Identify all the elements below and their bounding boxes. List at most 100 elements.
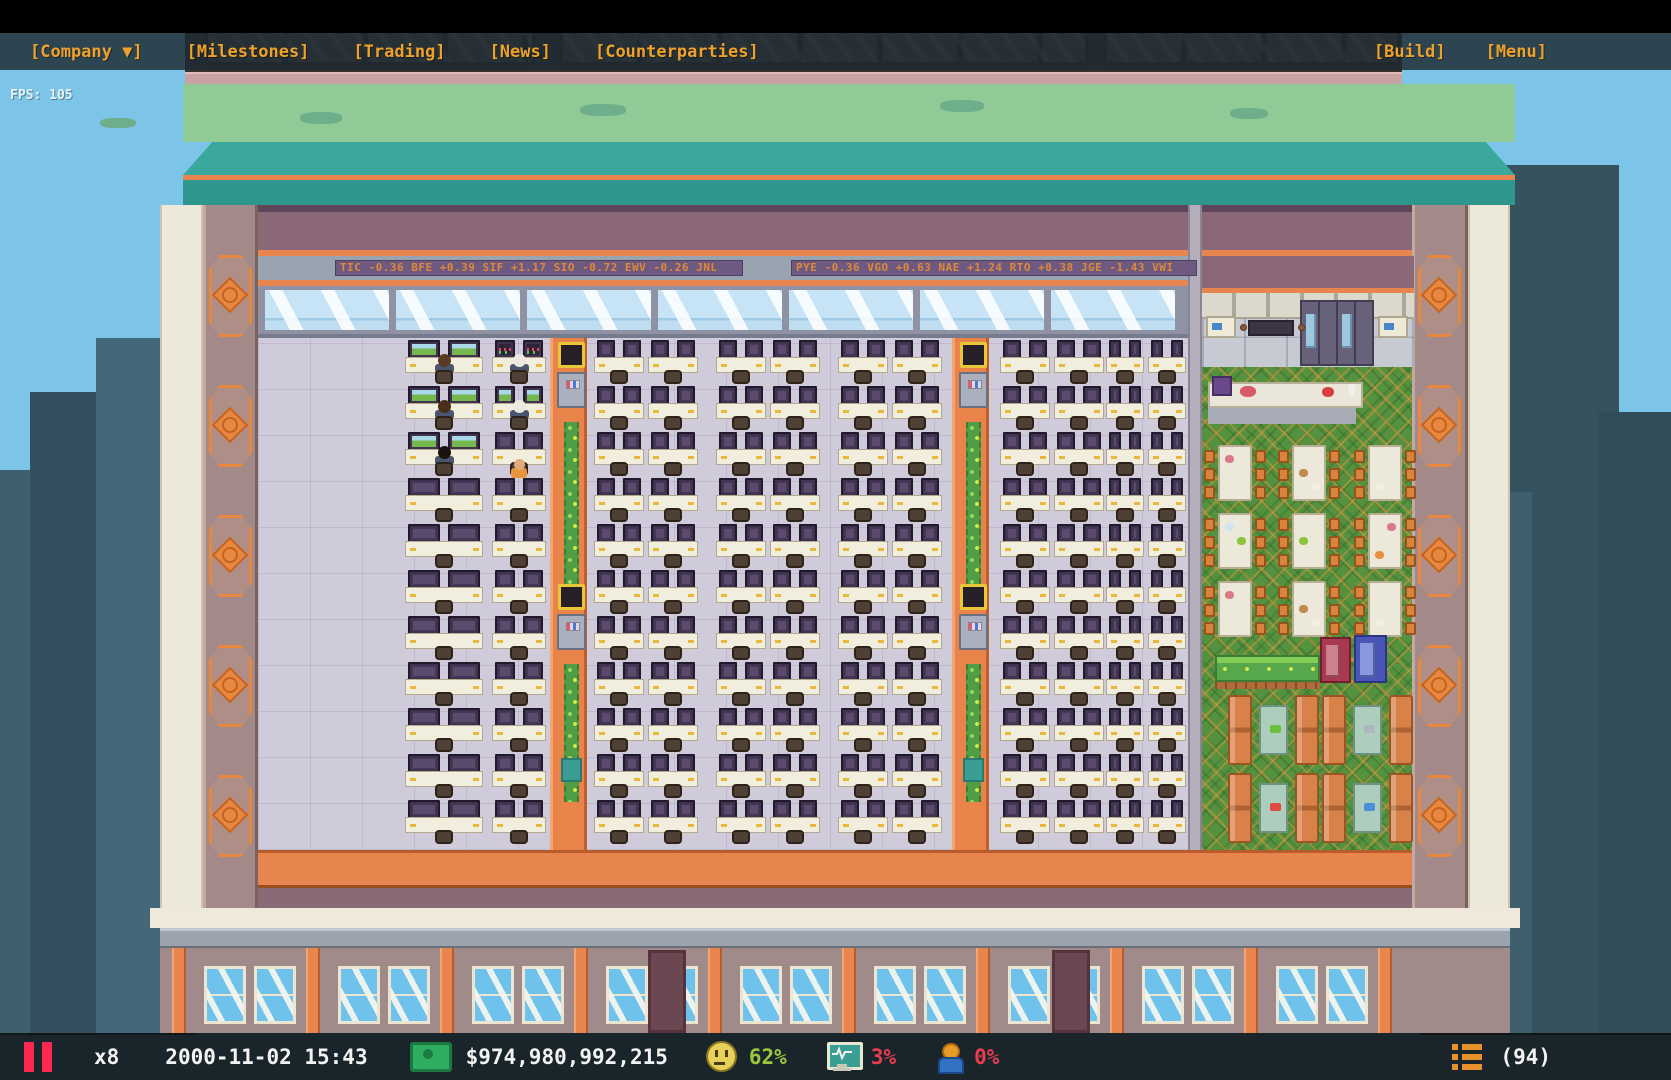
facade-pilaster	[1244, 948, 1258, 1033]
game-viewport[interactable]: TIC -0.36 BFE +0.39 SIF +1.17 SIO -0.72 …	[0, 0, 1671, 1080]
trader-desk	[716, 754, 766, 800]
drawer-handle	[756, 640, 762, 643]
monitor-screen	[925, 390, 935, 401]
counter-shadow	[1208, 408, 1356, 424]
drawer-handle	[1153, 594, 1159, 597]
drawer-handle	[756, 548, 762, 551]
monitor-screen	[845, 758, 855, 769]
drawer-handle	[1040, 732, 1046, 735]
menu-item-milestones[interactable]: [Milestones]	[187, 42, 310, 62]
monitor-screen	[845, 712, 855, 723]
dining-chair	[1329, 450, 1340, 463]
office-chair	[1070, 416, 1088, 430]
monitor-chart-icon[interactable]	[827, 1042, 859, 1072]
monitor-screen	[1061, 804, 1071, 815]
drawer-handle	[1134, 778, 1140, 781]
drawer-handle	[721, 594, 727, 597]
trader-desk	[594, 754, 644, 800]
trader-desk	[1106, 800, 1144, 846]
menu-item-counterparties[interactable]: [Counterparties]	[595, 42, 759, 62]
money-value[interactable]: $974,980,992,215	[466, 1045, 668, 1069]
facade-pilaster	[1378, 948, 1392, 1033]
table-item	[1364, 725, 1375, 733]
monitor-screen	[1007, 574, 1017, 585]
monitor-screen	[803, 528, 813, 539]
hedge-planter	[1215, 655, 1320, 682]
drawer-handle	[497, 410, 503, 413]
monitor-screen	[871, 482, 881, 493]
monitor-screen	[1155, 390, 1159, 401]
smiley-face-icon[interactable]	[706, 1041, 737, 1072]
dining-chair	[1255, 554, 1266, 567]
drawer-handle	[932, 686, 938, 689]
monitor-screen	[1007, 620, 1017, 631]
monitor-screen	[845, 666, 855, 677]
monitor-screen	[803, 620, 813, 631]
drawer-handle	[775, 686, 781, 689]
drawer-handle	[599, 548, 605, 551]
menu-item-news[interactable]: [News]	[490, 42, 551, 62]
dining-table	[1368, 581, 1402, 637]
trader-desk	[492, 386, 546, 432]
facade-window	[1192, 966, 1234, 1024]
game-speed[interactable]: x8	[94, 1045, 119, 1069]
grass-patch	[940, 100, 984, 112]
elevator-display	[968, 380, 982, 389]
ornament-circle	[1431, 547, 1447, 563]
monitor-screen	[452, 712, 476, 723]
drawer-handle	[653, 410, 659, 413]
dining-chair	[1278, 468, 1289, 481]
trader-desk	[492, 800, 546, 846]
trader-desk	[716, 662, 766, 708]
company-building[interactable]	[0, 0, 1671, 1080]
drawer-handle	[897, 594, 903, 597]
office-chair	[435, 646, 453, 660]
trader-desk	[1054, 432, 1104, 478]
monitor-screen	[452, 482, 476, 493]
dining-chair	[1278, 518, 1289, 531]
menu-item-menu[interactable]: [Menu]	[1486, 42, 1547, 62]
monitor-screen	[412, 804, 436, 815]
trader-desk	[492, 478, 546, 524]
monitor-base	[833, 1068, 851, 1071]
menu-item-trading[interactable]: [Trading]	[353, 42, 445, 62]
drawer-handle	[653, 778, 659, 781]
office-chair	[610, 646, 628, 660]
office-chair	[908, 646, 926, 660]
facade-window	[874, 966, 916, 1024]
maintenance-block	[963, 758, 984, 782]
drawer-handle	[932, 548, 938, 551]
trader-desk	[770, 662, 820, 708]
trader-desk	[1000, 478, 1050, 524]
monitor-screen	[803, 666, 813, 677]
notification-count[interactable]: (94)	[1500, 1045, 1551, 1069]
monitor-screen	[777, 574, 787, 585]
menu-item-build[interactable]: [Build]	[1374, 42, 1446, 62]
monitor-screen	[627, 712, 637, 723]
drawer-handle	[810, 456, 816, 459]
monitor-screen	[1033, 574, 1043, 585]
monitor-screen	[749, 620, 759, 631]
monitor-screen	[899, 712, 909, 723]
employee-icon[interactable]	[936, 1043, 962, 1071]
list-icon[interactable]	[1452, 1044, 1482, 1070]
office-chair	[1016, 646, 1034, 660]
monitor-screen	[412, 344, 436, 355]
monitor-screen	[527, 804, 539, 815]
monitor-screen	[1087, 344, 1097, 355]
pause-button[interactable]	[24, 1042, 52, 1072]
dining-chair	[1255, 486, 1266, 499]
dining-chair	[1204, 586, 1215, 599]
monitor-screen	[1007, 712, 1017, 723]
dining-chair	[1405, 604, 1416, 617]
trader-desk	[838, 386, 888, 432]
wall-window	[920, 290, 1044, 330]
drawer-handle	[1176, 640, 1182, 643]
drawer-handle	[634, 410, 640, 413]
monitor-screen	[1033, 528, 1043, 539]
monitor-screen	[681, 712, 691, 723]
drawer-handle	[1111, 548, 1117, 551]
monitor-screen	[452, 344, 476, 355]
office-chair	[435, 600, 453, 614]
menu-item-company[interactable]: [Company ▼]	[30, 42, 143, 62]
